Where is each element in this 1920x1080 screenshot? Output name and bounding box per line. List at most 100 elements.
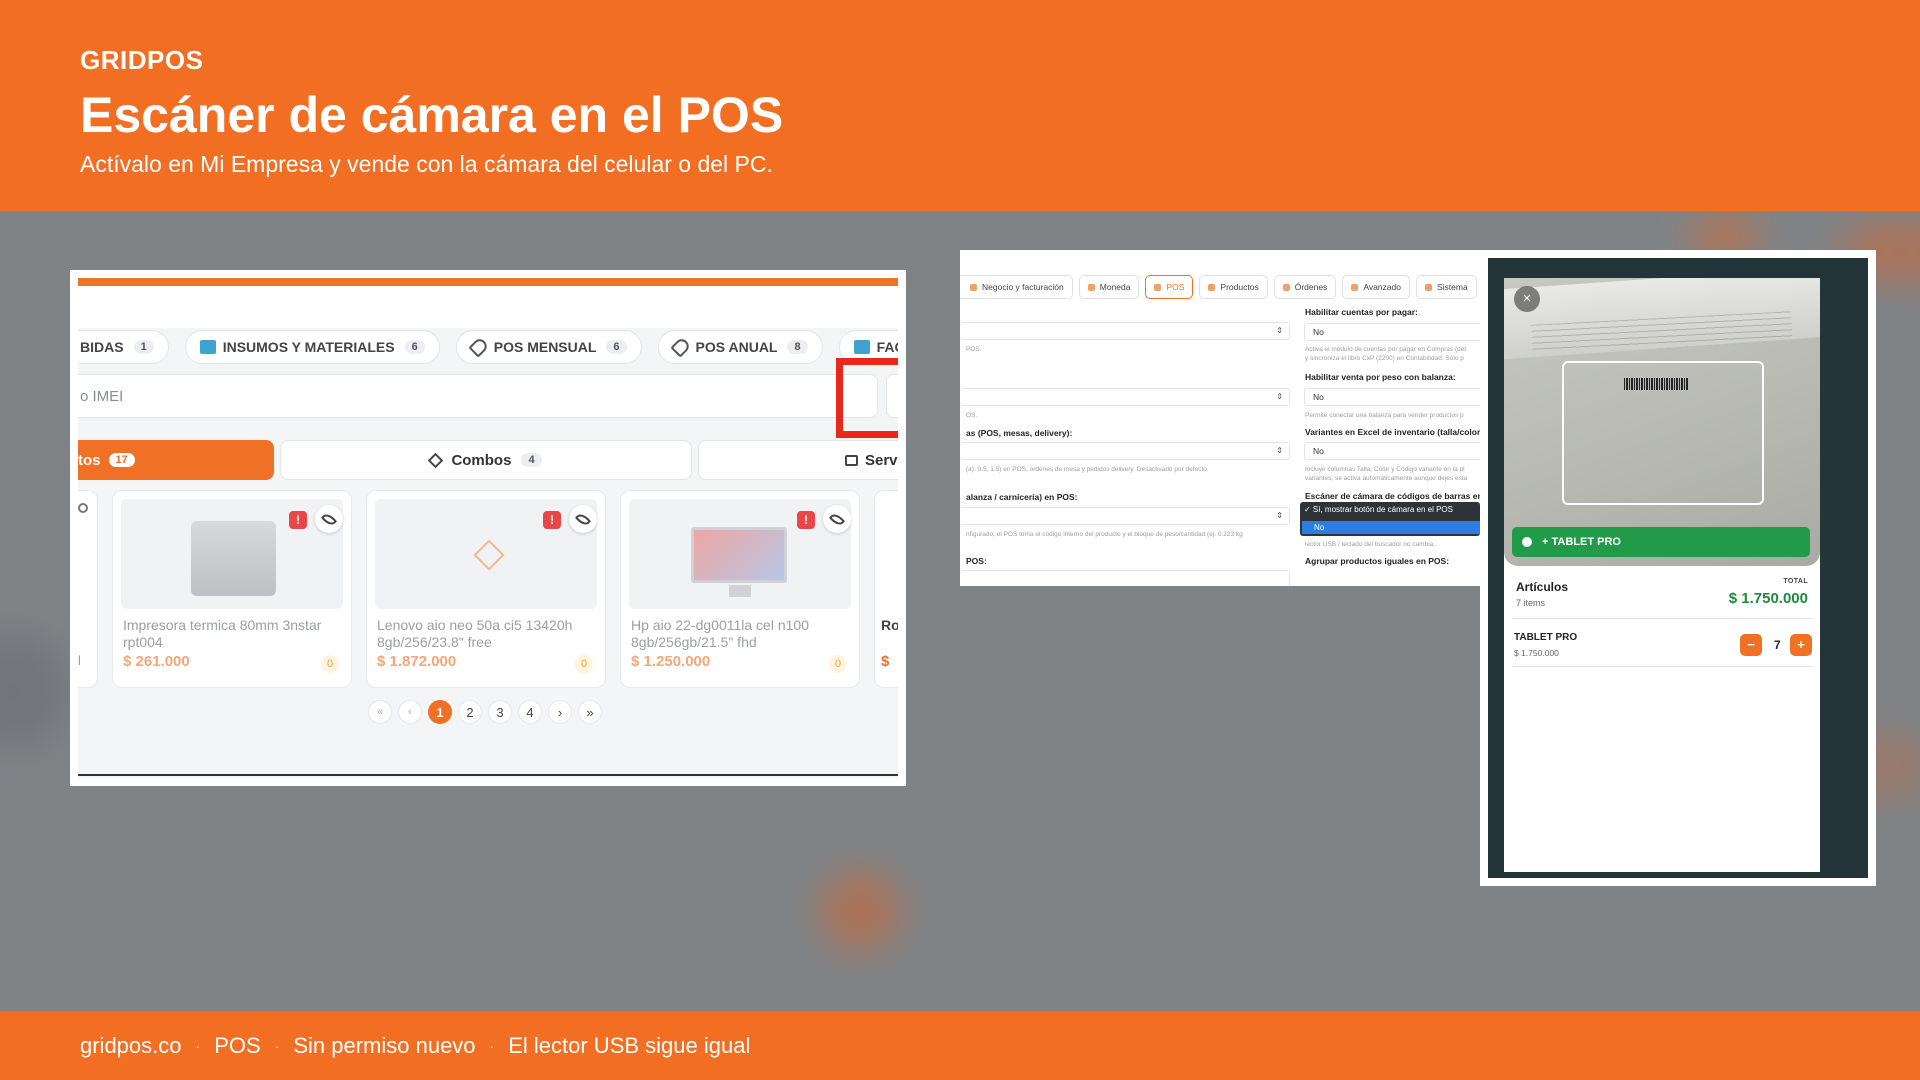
category-chip-label: BIDAS	[80, 339, 124, 355]
option-yes[interactable]: ✓ Sí, mostrar botón de cámara en el POS	[1304, 505, 1453, 514]
footer-item: gridpos.co	[80, 1032, 182, 1058]
store-icon	[1154, 283, 1162, 291]
setting-label: as (POS, mesas, delivery):	[966, 428, 1073, 438]
setting-select[interactable]: ⇕	[960, 388, 1290, 406]
eye-icon	[574, 510, 592, 528]
setting-select[interactable]: ⇕	[960, 507, 1290, 525]
setting-label: Escáner de cámara de códigos de barras e…	[1305, 491, 1480, 501]
cart-item-name: TABLET PRO	[1514, 632, 1578, 643]
category-chip[interactable]: POS ANUAL 8	[657, 330, 823, 364]
low-stock-alert-icon: !	[797, 511, 815, 529]
category-chip[interactable]: BIDAS 1	[78, 330, 169, 364]
tab-avanzado[interactable]: Avanzado	[1342, 275, 1410, 299]
tab-label: Productos	[1220, 282, 1259, 292]
bottom-border	[78, 774, 898, 776]
category-chip-count: 6	[404, 340, 425, 354]
tab-label: Sistema	[1436, 282, 1468, 292]
product-price: l	[78, 653, 81, 668]
footer-item: Sin permiso nuevo	[293, 1032, 476, 1058]
top-accent-bar	[78, 278, 898, 286]
next-page-button[interactable]: ›	[548, 700, 572, 724]
product-card[interactable]: ! Lenovo aio neo 50a ci5 13420h 8gb/256/…	[366, 490, 606, 688]
camera-scanner-dropdown[interactable]: ✓ Sí, mostrar botón de cámara en el POS …	[1300, 502, 1480, 536]
product-type-tabs: tos 17 Combos 4 Serv	[78, 440, 898, 480]
setting-hint: POS.	[966, 346, 982, 353]
search-placeholder: o IMEI	[80, 387, 124, 405]
phone-view: × + TABLET PRO Artículos 7 items TOTAL $…	[1504, 278, 1820, 872]
total-label: TOTAL	[1783, 578, 1808, 585]
tab-productos[interactable]: Productos	[1199, 275, 1268, 299]
tab-label: POS	[1166, 282, 1185, 292]
setting-label: alanza / carnicería) en POS:	[966, 492, 1078, 502]
category-chip[interactable]: INSUMOS Y MATERIALES 6	[184, 330, 440, 364]
category-chip-count: 1	[133, 340, 154, 354]
product-card[interactable]: l	[78, 490, 98, 688]
option-no[interactable]: No	[1302, 521, 1480, 534]
category-chip-label: POS ANUAL	[695, 339, 778, 355]
setting-select[interactable]: No	[1304, 442, 1480, 460]
view-details-button[interactable]	[315, 505, 343, 533]
product-card[interactable]: ! Impresora termica 80mm 3nstar rpt004 $…	[112, 490, 352, 688]
setting-hint: (a). 0.5, 1.5) en POS, órdenes de mesa y…	[966, 466, 1209, 473]
tab-sistema[interactable]: Sistema	[1415, 275, 1477, 299]
setting-select[interactable]: ⇕	[960, 442, 1290, 460]
tab-moneda[interactable]: Moneda	[1078, 275, 1140, 299]
product-card[interactable]: Ro $	[874, 490, 898, 688]
tab-combos[interactable]: Combos 4	[280, 440, 692, 480]
document-icon	[970, 283, 977, 291]
package-icon	[473, 539, 505, 571]
category-chip-count: 8	[787, 340, 808, 354]
settings-screenshot-panel: Negocio y facturación Moneda POS Product…	[960, 250, 1480, 586]
pos-screenshot-panel: BIDAS 1 INSUMOS Y MATERIALES 6 POS MENSU…	[70, 270, 906, 786]
tab-label: Moneda	[1099, 282, 1131, 292]
page-4-button[interactable]: 4	[518, 700, 542, 724]
setting-select[interactable]: No	[1304, 388, 1480, 406]
product-card[interactable]: ! Hp aio 22-dg0011la cel n100 8gb/256gb/…	[620, 490, 860, 688]
decrease-qty-button[interactable]: −	[1740, 634, 1762, 656]
setting-select[interactable]: ⇕	[960, 322, 1290, 340]
tab-ordenes[interactable]: Órdenes	[1273, 275, 1337, 299]
tab-negocio[interactable]: Negocio y facturación	[960, 275, 1073, 299]
last-page-button[interactable]: »	[578, 700, 602, 724]
highlight-frame	[836, 358, 898, 438]
setting-select[interactable]	[960, 570, 1290, 586]
divider	[1512, 666, 1812, 667]
barcode-image	[1624, 378, 1688, 390]
product-name: Impresora termica 80mm 3nstar rpt004	[123, 617, 322, 650]
page-1-button[interactable]: 1	[428, 700, 452, 724]
box-icon	[1208, 283, 1216, 291]
tab-servicios[interactable]: Serv	[698, 440, 898, 480]
page-3-button[interactable]: 3	[488, 700, 512, 724]
product-price: $	[881, 653, 890, 670]
footer-item: POS	[214, 1032, 261, 1058]
camera-view: × + TABLET PRO	[1504, 278, 1820, 566]
view-details-button[interactable]	[569, 505, 597, 533]
monitor-stand	[729, 585, 751, 597]
page-2-button[interactable]: 2	[458, 700, 482, 724]
product-price: $ 1.872.000	[377, 653, 457, 670]
setting-hint: nfigurado, el POS toma el código interno…	[966, 531, 1243, 538]
tab-pos[interactable]: POS	[1145, 275, 1194, 299]
footer-separator: ·	[274, 1037, 280, 1054]
footer-banner: gridpos.co · POS · Sin permiso nuevo · E…	[0, 1011, 1920, 1080]
view-details-button[interactable]	[823, 505, 851, 533]
category-chip[interactable]: POS MENSUAL 6	[455, 330, 642, 364]
product-stock-badge: 0	[321, 655, 339, 673]
setting-hint: Activa el módulo de cuentas por pagar en…	[1305, 346, 1467, 353]
product-search-input[interactable]: o IMEI	[78, 374, 878, 418]
bag-icon	[845, 454, 858, 466]
setting-select[interactable]: No	[1304, 323, 1480, 341]
banner-text: + TABLET PRO	[1542, 536, 1621, 548]
prev-page-button[interactable]: ‹	[398, 700, 422, 724]
footer-separator: ·	[489, 1037, 495, 1054]
category-chip-label: POS MENSUAL	[493, 339, 597, 355]
close-camera-button[interactable]: ×	[1514, 286, 1540, 312]
tab-count: 4	[521, 453, 542, 467]
tab-productos[interactable]: tos 17	[78, 440, 274, 480]
first-page-button[interactable]: «	[368, 700, 392, 724]
settings-tabs: Negocio y facturación Moneda POS Product…	[960, 275, 1477, 299]
eye-icon	[78, 503, 88, 513]
increase-qty-button[interactable]: +	[1790, 634, 1812, 656]
mobile-screenshot-panel: × + TABLET PRO Artículos 7 items TOTAL $…	[1480, 250, 1876, 886]
category-chip-label: INSUMOS Y MATERIALES	[222, 339, 395, 355]
